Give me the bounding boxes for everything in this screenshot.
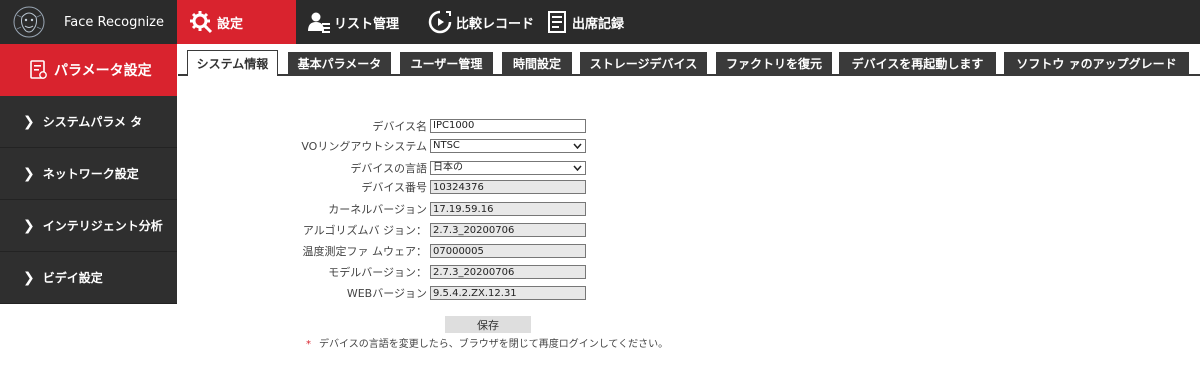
- nav-list-management-label: リスト管理: [334, 16, 400, 32]
- sidebar: パラメータ設定 ❯ システムパラメ タ ❯ ネットワーク設定 ❯ インテリジェン…: [0, 44, 177, 304]
- algorithm-version-label: アルゴリズムバ ジョン：: [302, 224, 427, 237]
- tab-underline: [178, 74, 1200, 76]
- main-nav: 設定 リスト管理 比較レコード 出席記録: [177, 0, 646, 44]
- user-list-icon: [308, 12, 330, 33]
- tab-factory-reset[interactable]: ファクトリを復元: [716, 52, 832, 74]
- algorithm-version-field: 2.7.3_20200706: [430, 223, 586, 237]
- chevron-right-icon: ❯: [23, 269, 35, 286]
- chevron-right-icon: ❯: [23, 217, 35, 234]
- document-icon: [548, 11, 566, 33]
- nav-compare-records[interactable]: 比較レコード: [416, 0, 536, 44]
- device-number-field: 10324376: [430, 180, 586, 194]
- model-version-label: モデルバージョン：: [328, 266, 427, 279]
- row-web-version: WEBバージョン 9.5.4.2.ZX.12.31: [250, 286, 590, 301]
- sidebar-header-label: パラメータ設定: [54, 63, 152, 79]
- vo-output-select[interactable]: NTSC: [430, 139, 586, 153]
- parameter-doc-icon: [30, 60, 47, 79]
- nav-attendance[interactable]: 出席記録: [536, 0, 646, 44]
- row-model-version: モデルバージョン： 2.7.3_20200706: [250, 265, 590, 280]
- nav-settings-label: 設定: [217, 16, 244, 32]
- nav-attendance-label: 出席記録: [572, 16, 625, 32]
- tab-time-settings[interactable]: 時間設定: [502, 52, 572, 74]
- nav-compare-records-label: 比較レコード: [456, 16, 535, 32]
- kernel-version-field: 17.19.59.16: [430, 202, 586, 216]
- web-version-label: WEBバージョン: [346, 287, 427, 300]
- tab-basic-params[interactable]: 基本パラメータ: [288, 52, 391, 74]
- row-device-name: デバイス名: [250, 119, 590, 134]
- temp-firmware-label: 温度測定ファ ムウェア：: [302, 245, 428, 258]
- web-version-field: 9.5.4.2.ZX.12.31: [430, 286, 586, 300]
- device-name-label: デバイス名: [372, 120, 427, 133]
- sidebar-header[interactable]: パラメータ設定: [0, 44, 177, 96]
- row-language: デバイスの言語 日本の: [250, 161, 590, 176]
- gear-icon: [190, 11, 213, 34]
- device-number-label: デバイス番号: [361, 181, 427, 194]
- sidebar-item-label: ビデイ設定: [42, 271, 103, 285]
- vo-output-label: VOリングアウトシステム: [301, 140, 427, 153]
- row-device-number: デバイス番号 10324376: [250, 180, 590, 195]
- temp-firmware-field: 07000005: [430, 244, 586, 258]
- language-value: 日本の: [433, 162, 463, 173]
- sidebar-item-label: ネットワーク設定: [42, 167, 139, 181]
- chevron-right-icon: ❯: [23, 165, 35, 182]
- note-text: デバイスの言語を変更したら、ブラウザを閉じて再度ログインしてください。: [319, 339, 669, 350]
- kernel-version-label: カーネルバージョン: [328, 203, 427, 216]
- sidebar-item-video[interactable]: ❯ ビデイ設定: [0, 252, 177, 304]
- tab-user-management[interactable]: ユーザー管理: [400, 52, 493, 74]
- language-change-note: * デバイスの言語を変更したら、ブラウザを閉じて再度ログインしてください。: [306, 335, 668, 350]
- brand: Face Recognize: [0, 0, 177, 44]
- language-label: デバイスの言語: [350, 162, 427, 175]
- row-vo-output: VOリングアウトシステム NTSC: [250, 139, 590, 154]
- tab-storage-device[interactable]: ストレージデバイス: [580, 52, 707, 74]
- device-name-input[interactable]: [430, 119, 586, 133]
- sidebar-item-label: システムパラメ タ: [42, 115, 143, 129]
- nav-settings[interactable]: 設定: [177, 0, 296, 44]
- app-title: Face Recognize: [64, 14, 165, 30]
- tab-system-info[interactable]: システム情報: [187, 50, 278, 76]
- tab-reboot-device[interactable]: デバイスを再起動します: [839, 52, 996, 74]
- chevron-down-icon: [573, 143, 582, 149]
- nav-list-management[interactable]: リスト管理: [296, 0, 416, 44]
- note-asterisk: *: [306, 339, 311, 350]
- save-button[interactable]: 保存: [445, 316, 531, 333]
- sidebar-item-intelligent-analysis[interactable]: ❯ インテリジェント分析: [0, 200, 177, 252]
- row-kernel-version: カーネルバージョン 17.19.59.16: [250, 202, 590, 217]
- language-select[interactable]: 日本の: [430, 161, 586, 175]
- sidebar-item-network[interactable]: ❯ ネットワーク設定: [0, 148, 177, 200]
- face-logo-icon: [13, 6, 45, 38]
- chevron-right-icon: ❯: [23, 113, 35, 130]
- chevron-down-icon: [573, 165, 582, 171]
- top-bar: Face Recognize 設定 リスト管理 比較レコード 出席記録: [0, 0, 1200, 44]
- compare-icon: [428, 10, 452, 34]
- row-algorithm-version: アルゴリズムバ ジョン： 2.7.3_20200706: [250, 223, 590, 238]
- model-version-field: 2.7.3_20200706: [430, 265, 586, 279]
- sidebar-item-label: インテリジェント分析: [42, 219, 163, 233]
- sidebar-item-system-params[interactable]: ❯ システムパラメ タ: [0, 96, 177, 148]
- vo-output-value: NTSC: [433, 140, 460, 151]
- row-temp-firmware: 温度測定ファ ムウェア： 07000005: [250, 244, 590, 259]
- tab-software-upgrade[interactable]: ソフトウ ァのアップグレード: [1004, 52, 1189, 74]
